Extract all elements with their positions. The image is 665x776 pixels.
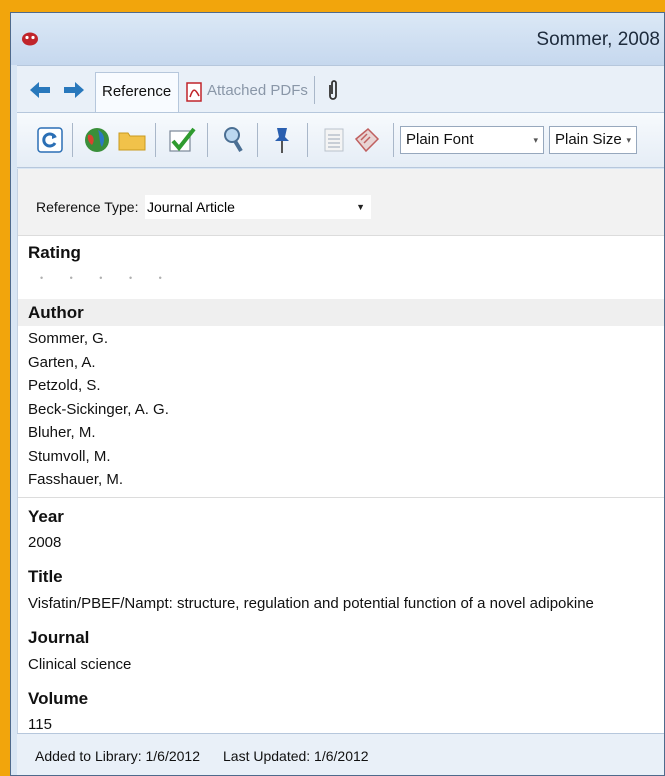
list-icon[interactable] — [319, 125, 349, 155]
chevron-down-icon: ▼ — [356, 202, 365, 212]
reference-panel: Reference Type: Journal Article ▼ Rating… — [17, 169, 664, 733]
app-icon — [22, 32, 38, 46]
volume-field[interactable]: 115 — [28, 716, 52, 733]
added-to-library: Added to Library: 1/6/2012 — [35, 748, 201, 764]
journal-field[interactable]: Clinical science — [28, 656, 131, 673]
toolbar: Plain Font ▾ Plain Size ▾ B — [17, 113, 664, 168]
paperclip-icon[interactable] — [326, 78, 340, 102]
tab-reference[interactable]: Reference — [95, 72, 180, 112]
reference-window: Sommer, 2008 Reference Attached PDFs Pla… — [10, 12, 665, 776]
toolbar-separator — [155, 123, 156, 157]
tab-separator — [314, 76, 315, 104]
year-label: Year — [28, 507, 64, 526]
refresh-icon[interactable] — [35, 125, 65, 155]
author-entry: Petzold, S. — [28, 377, 101, 394]
pushpin-icon[interactable] — [267, 125, 297, 155]
author-entry: Fasshauer, M. — [28, 471, 124, 488]
author-label: Author — [28, 303, 84, 322]
font-select[interactable]: Plain Font ▾ — [400, 126, 544, 154]
volume-label: Volume — [28, 689, 89, 708]
tab-bar: Reference Attached PDFs — [17, 65, 664, 113]
title-label: Title — [28, 567, 63, 586]
author-entry: Garten, A. — [28, 353, 96, 371]
reference-type-select[interactable]: Journal Article ▼ — [145, 195, 371, 219]
status-bar: Added to Library: 1/6/2012 Last Updated:… — [17, 733, 664, 775]
back-arrow-icon[interactable] — [29, 80, 51, 100]
find-icon[interactable] — [219, 125, 249, 155]
toolbar-separator — [307, 123, 308, 157]
size-select-value: Plain Size — [555, 131, 622, 148]
pdf-icon — [186, 82, 202, 102]
author-entry: Sommer, G. — [28, 330, 109, 347]
author-header — [18, 299, 664, 326]
chevron-down-icon: ▾ — [533, 135, 538, 145]
reference-type-label: Reference Type: — [36, 199, 139, 215]
stamp-icon[interactable] — [352, 125, 382, 155]
globe-icon[interactable] — [82, 125, 112, 155]
size-select[interactable]: Plain Size ▾ — [549, 126, 637, 154]
reference-type-value: Journal Article — [147, 199, 235, 215]
folder-icon[interactable] — [117, 125, 147, 155]
toolbar-separator — [207, 123, 208, 157]
reference-type-row: Reference Type: Journal Article ▼ — [18, 169, 664, 236]
author-entry: Beck-Sickinger, A. G. — [28, 400, 169, 418]
journal-label: Journal — [28, 628, 90, 647]
title-bar: Sommer, 2008 — [11, 13, 664, 65]
rating-stars[interactable]: • • • • • — [40, 273, 174, 283]
tab-attached-pdfs-label: Attached PDFs — [207, 82, 308, 99]
title-field[interactable]: Visfatin/PBEF/Nampt: structure, regulati… — [28, 595, 594, 612]
window-title: Sommer, 2008 — [536, 29, 660, 50]
checkmark-icon[interactable] — [167, 125, 197, 155]
toolbar-separator — [393, 123, 394, 157]
author-entry: Bluher, M. — [28, 424, 96, 441]
tab-attached-pdfs[interactable]: Attached PDFs — [180, 72, 310, 112]
year-field[interactable]: 2008 — [28, 534, 61, 551]
forward-arrow-icon[interactable] — [63, 80, 85, 100]
field-divider — [18, 497, 664, 498]
author-field[interactable]: Sommer, G. Garten, A. Petzold, S. Beck-S… — [28, 327, 169, 492]
rating-label: Rating — [28, 243, 81, 262]
last-updated: Last Updated: 1/6/2012 — [223, 748, 369, 764]
toolbar-separator — [72, 123, 73, 157]
chevron-down-icon: ▾ — [626, 135, 631, 145]
toolbar-separator — [257, 123, 258, 157]
tab-reference-label: Reference — [102, 83, 172, 100]
font-select-value: Plain Font — [406, 131, 474, 148]
author-entry: Stumvoll, M. — [28, 447, 111, 465]
